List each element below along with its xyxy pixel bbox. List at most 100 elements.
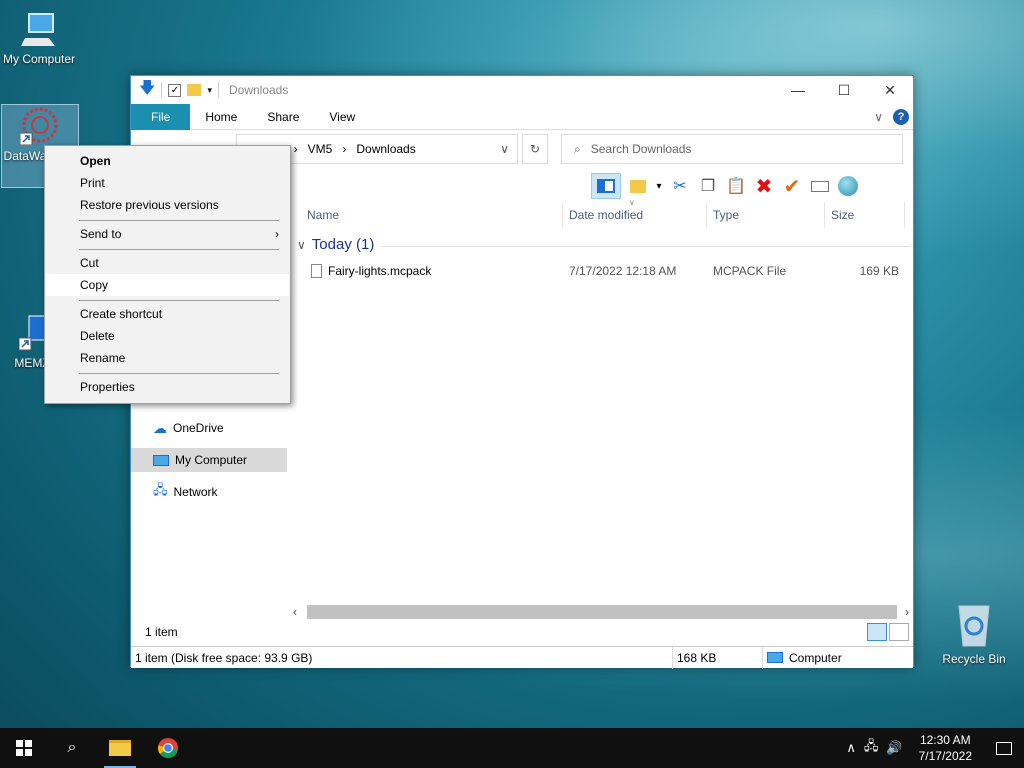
menu-item-rename[interactable]: Rename	[46, 347, 289, 369]
chevron-right-icon: ›	[275, 227, 279, 241]
menu-item-restore-previous-versions[interactable]: Restore previous versions	[46, 194, 289, 216]
close-button[interactable]: ✕	[867, 76, 913, 104]
file-list: Name Date modified Type Size ∨ ∨ Today (…	[291, 198, 913, 622]
chevron-down-icon: ∨	[297, 237, 306, 252]
checkmark-icon[interactable]: ✔	[781, 175, 803, 198]
file-name: Fairy-lights.mcpack	[328, 264, 432, 278]
details-view-button[interactable]	[867, 623, 887, 641]
status-size: 168 KB	[673, 646, 763, 669]
taskbar: ⌕ ∧ 🖧 🔊 12:30 AM 7/17/2022	[0, 728, 1024, 768]
expand-ribbon-icon[interactable]: ∨	[874, 110, 883, 124]
status-bar: 1 item (Disk free space: 93.9 GB) 168 KB…	[131, 646, 913, 669]
nav-item-network[interactable]: 🖧 Network	[131, 480, 287, 504]
refresh-button[interactable]: ↻	[522, 134, 548, 164]
taskbar-chrome[interactable]	[144, 728, 192, 768]
delete-icon[interactable]: ✖	[753, 175, 775, 198]
scroll-right-icon[interactable]: ›	[905, 605, 909, 619]
computer-icon	[767, 652, 783, 663]
context-menu: Open Print Restore previous versions Sen…	[44, 145, 291, 404]
breadcrumb-item-vm5[interactable]: VM5	[308, 142, 333, 156]
taskbar-file-explorer[interactable]	[96, 728, 144, 768]
minimize-button[interactable]: —	[775, 76, 821, 104]
globe-icon[interactable]	[837, 175, 859, 197]
table-row[interactable]: Fairy-lights.mcpack 7/17/2022 12:18 AM M…	[291, 260, 907, 282]
item-count: 1 item	[145, 625, 178, 639]
nav-item-my-computer[interactable]: My Computer	[131, 448, 287, 472]
menu-item-send-to[interactable]: Send to ›	[46, 223, 289, 245]
tab-share[interactable]: Share	[252, 104, 314, 130]
search-placeholder: Search Downloads	[590, 142, 692, 156]
search-icon: ⌕	[67, 739, 77, 756]
paste-icon[interactable]: 📋	[725, 175, 747, 197]
column-header-date[interactable]: Date modified	[563, 202, 707, 228]
desktop-icon-label: Recycle Bin	[942, 652, 1006, 666]
volume-icon[interactable]: 🔊	[882, 740, 906, 756]
cut-icon[interactable]: ✂	[669, 175, 691, 197]
tab-file[interactable]: File	[131, 103, 191, 130]
group-header[interactable]: ∨ Today (1)	[297, 236, 911, 253]
divider	[79, 373, 279, 374]
large-icons-view-button[interactable]	[889, 623, 909, 641]
view-toggle	[867, 623, 909, 641]
dropdown-arrow-icon[interactable]: ▾	[207, 85, 212, 96]
new-folder-icon[interactable]	[627, 175, 649, 197]
quick-access-toolbar: 🡇 ✓ ▾	[131, 77, 219, 104]
divider	[217, 82, 219, 98]
status-location: Computer	[763, 647, 913, 669]
divider	[79, 249, 279, 250]
properties-arrow-icon[interactable]: 🡇	[139, 77, 155, 104]
window-title: Downloads	[228, 83, 289, 97]
divider	[79, 300, 279, 301]
menu-item-delete[interactable]: Delete	[46, 325, 289, 347]
datawa-icon	[19, 105, 60, 146]
maximize-button[interactable]: ☐	[821, 76, 867, 104]
preview-pane-button[interactable]	[591, 173, 621, 199]
search-input[interactable]: ⌕ Search Downloads	[561, 134, 903, 164]
folder-icon	[109, 740, 131, 756]
nav-item-label: Network	[173, 485, 218, 499]
computer-icon	[19, 8, 59, 48]
chevron-up-icon[interactable]: ∧	[842, 740, 860, 756]
chrome-icon	[158, 738, 178, 758]
menu-item-cut[interactable]: Cut	[46, 252, 289, 274]
divider	[79, 220, 279, 221]
column-header-size[interactable]: Size	[825, 202, 905, 228]
copy-icon[interactable]: ❐	[697, 175, 719, 197]
desktop-icon-my-computer[interactable]: My Computer	[0, 8, 78, 66]
breadcrumb-item-downloads[interactable]: Downloads	[356, 142, 415, 156]
chevron-down-icon[interactable]: ∨	[500, 142, 509, 156]
rename-icon[interactable]	[809, 175, 831, 197]
divider	[161, 82, 163, 98]
horizontal-scrollbar[interactable]: ‹ ›	[291, 603, 913, 621]
menu-item-create-shortcut[interactable]: Create shortcut	[46, 303, 289, 325]
dropdown-arrow-icon[interactable]: ▾	[655, 175, 663, 197]
window-controls: — ☐ ✕	[775, 76, 913, 104]
notification-icon	[996, 741, 1012, 755]
network-icon[interactable]: 🖧	[860, 737, 883, 759]
desktop-icon-recycle-bin[interactable]: Recycle Bin	[935, 602, 1013, 666]
start-button[interactable]	[0, 728, 48, 768]
checkbox-icon[interactable]: ✓	[168, 83, 182, 97]
column-header-name[interactable]: Name	[301, 202, 563, 228]
clock-time: 12:30 AM	[919, 733, 971, 747]
ribbon-tabs: File Home Share View ∨ ?	[131, 103, 913, 130]
scroll-left-icon[interactable]: ‹	[293, 605, 297, 619]
notification-button[interactable]	[984, 728, 1024, 768]
folder-icon[interactable]	[187, 84, 202, 96]
scrollbar-thumb[interactable]	[307, 605, 897, 619]
nav-item-onedrive[interactable]: ☁ OneDrive	[131, 416, 287, 440]
chevron-right-icon: ›	[293, 142, 298, 156]
tab-home[interactable]: Home	[190, 104, 252, 130]
menu-item-print[interactable]: Print	[46, 172, 289, 194]
menu-item-open[interactable]: Open	[46, 150, 289, 172]
file-type: MCPACK File	[713, 264, 787, 278]
help-icon[interactable]: ?	[893, 108, 909, 125]
tab-view[interactable]: View	[314, 104, 370, 130]
clock[interactable]: 12:30 AM 7/17/2022	[907, 732, 984, 764]
cloud-icon: ☁	[153, 419, 167, 436]
menu-item-properties[interactable]: Properties	[46, 376, 289, 398]
menu-item-copy[interactable]: Copy	[46, 274, 289, 296]
search-button[interactable]: ⌕	[48, 728, 96, 768]
column-header-type[interactable]: Type	[707, 202, 825, 228]
windows-icon	[16, 740, 32, 756]
